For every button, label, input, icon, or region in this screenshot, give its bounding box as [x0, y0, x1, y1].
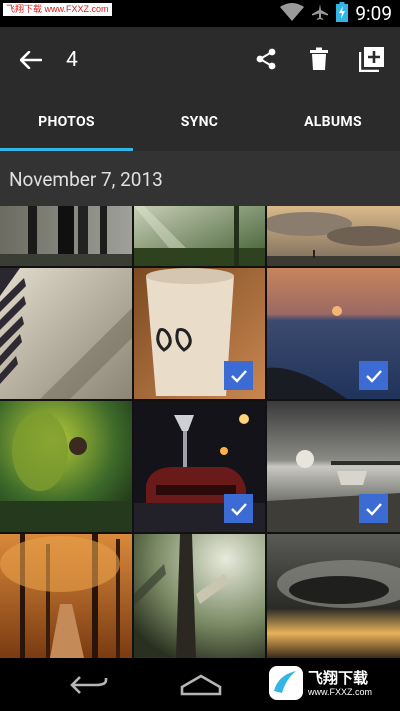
tab-sync[interactable]: SYNC [133, 93, 266, 151]
action-bar: 4 [0, 27, 400, 93]
home-nav-icon [180, 674, 222, 696]
logo-text-group: 飞翔下载 www.FXXZ.com [308, 670, 372, 697]
logo-url: www.FXXZ.com [308, 686, 373, 697]
photo-thumbnail[interactable] [0, 401, 132, 532]
status-icons: 9:09 [280, 2, 392, 26]
checkmark-icon [365, 502, 382, 516]
tab-label: PHOTOS [38, 114, 95, 130]
delete-icon [310, 47, 328, 70]
logo-text: 飞翔下载 [308, 669, 369, 687]
selected-check-badge [359, 494, 388, 523]
selected-count: 4 [66, 48, 78, 72]
status-bar: 飞翔下载 www.FXXZ.com 9:09 [0, 0, 400, 27]
checkmark-icon [365, 369, 382, 383]
share-icon [256, 48, 276, 70]
photo-thumbnail[interactable] [267, 401, 400, 532]
watermark-logo: 飞翔下载 www.FXXZ.com [268, 662, 392, 704]
photo-thumbnail[interactable] [134, 534, 265, 658]
photo-thumbnail[interactable] [134, 268, 265, 399]
photo-thumbnail[interactable] [0, 268, 132, 399]
tab-photos[interactable]: PHOTOS [0, 93, 133, 151]
wifi-icon [280, 3, 305, 25]
status-time: 9:09 [355, 2, 392, 25]
checkmark-icon [230, 502, 247, 516]
airplane-mode-icon [311, 3, 329, 25]
delete-button[interactable] [304, 44, 334, 74]
nav-back-button[interactable] [64, 668, 114, 702]
photo-thumbnail[interactable] [267, 206, 400, 266]
back-nav-icon [70, 676, 108, 694]
photo-thumbnail[interactable] [267, 534, 400, 658]
tab-label: ALBUMS [304, 114, 362, 130]
photo-thumbnail[interactable] [134, 401, 265, 532]
share-button[interactable] [251, 44, 281, 74]
selected-check-badge [224, 361, 253, 390]
logo-icon [269, 666, 303, 700]
navigation-bar: 飞翔下载 www.FXXZ.com [0, 658, 400, 711]
photo-thumbnail[interactable] [267, 268, 400, 399]
tab-label: SYNC [180, 114, 219, 130]
tab-albums[interactable]: ALBUMS [266, 93, 400, 151]
nav-home-button[interactable] [176, 668, 226, 702]
photo-thumbnail[interactable] [134, 206, 265, 266]
battery-charging-icon [336, 2, 349, 26]
checkmark-icon [230, 369, 247, 383]
back-button[interactable] [16, 46, 46, 74]
tab-bar: PHOTOS SYNC ALBUMS [0, 93, 400, 152]
selected-check-badge [224, 494, 253, 523]
back-arrow-icon [20, 51, 42, 69]
photo-grid [0, 206, 400, 658]
add-to-album-button[interactable] [357, 44, 387, 74]
watermark: 飞翔下载 www.FXXZ.com [3, 3, 112, 16]
photo-thumbnail[interactable] [0, 534, 132, 658]
date-section-header: November 7, 2013 [0, 151, 400, 206]
photo-thumbnail[interactable] [0, 206, 132, 266]
add-to-album-icon [359, 47, 384, 72]
date-label: November 7, 2013 [9, 168, 163, 191]
selected-check-badge [359, 361, 388, 390]
